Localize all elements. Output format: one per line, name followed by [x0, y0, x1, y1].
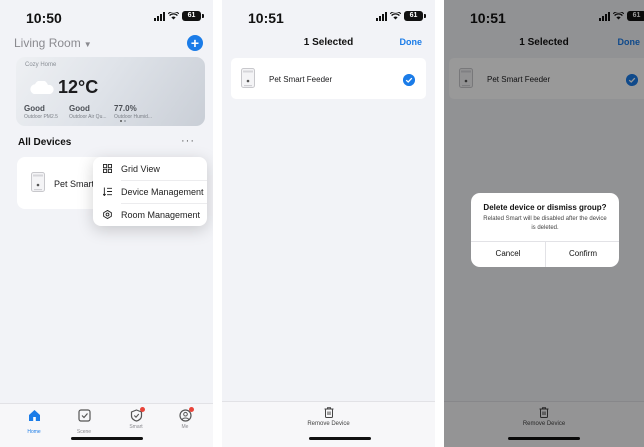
bottom-action-bar: Remove Device — [222, 401, 435, 447]
list-sort-icon — [103, 187, 112, 196]
stat-humidity: 77.0% Outdoor Humid... — [114, 104, 153, 120]
dialog-message: Related Smart will be disabled after the… — [483, 216, 607, 231]
status-time: 10:51 — [248, 10, 284, 26]
menu-item-device-management[interactable]: Device Management — [93, 180, 207, 203]
device-name: Pet Smart — [54, 179, 95, 189]
wifi-icon — [168, 12, 179, 20]
dialog-title: Delete device or dismiss group? — [483, 203, 607, 212]
stat-air-quality: Good Outdoor Air Qu... — [69, 104, 107, 120]
device-name: Pet Smart Feeder — [269, 75, 333, 84]
section-title: All Devices — [18, 137, 72, 148]
cancel-button[interactable]: Cancel — [471, 241, 545, 267]
temperature: 12°C — [58, 77, 99, 97]
trash-icon — [324, 407, 333, 418]
cloud-icon — [30, 81, 54, 94]
dropdown-menu: Grid View Device Management Room Managem… — [93, 157, 207, 226]
signal-icon — [376, 11, 387, 21]
notification-badge — [139, 407, 145, 412]
home-indicator — [70, 437, 143, 440]
pet-feeder-icon — [31, 172, 45, 192]
wifi-icon — [390, 12, 401, 20]
pet-feeder-icon — [241, 68, 255, 88]
home-name: Cozy Home — [25, 62, 57, 68]
menu-item-grid-view[interactable]: Grid View — [93, 157, 207, 180]
room-icon — [103, 210, 112, 219]
tab-me[interactable]: Me — [165, 407, 205, 430]
status-bar: 10:51 61 — [222, 0, 435, 32]
signal-icon — [154, 11, 165, 21]
confirm-dialog: Delete device or dismiss group? Related … — [471, 193, 619, 267]
checkmark-icon[interactable] — [403, 74, 415, 86]
grid-icon — [103, 164, 112, 173]
confirm-button[interactable]: Confirm — [546, 241, 620, 267]
nav-bar: 1 Selected Done — [222, 32, 435, 54]
tab-home[interactable]: Home — [14, 409, 54, 435]
room-title: Living Room — [14, 36, 81, 50]
notification-badge — [188, 407, 194, 412]
delete-confirm-screen: 10:51 61 1 Selected Done Pet Smart Feede… — [444, 0, 644, 447]
weather-stats: Good Outdoor PM2.5 Good Outdoor Air Qu... … — [24, 104, 159, 120]
device-manage-screen: 10:51 61 1 Selected Done Pet Smart Feede… — [222, 0, 435, 447]
tab-smart[interactable]: Smart — [116, 407, 156, 430]
tab-scene[interactable]: Scene — [64, 409, 104, 435]
weather-card[interactable]: Cozy Home 12°C Good Outdoor PM2.5 Good Out… — [16, 57, 205, 126]
home-icon — [28, 410, 40, 421]
menu-item-room-management[interactable]: Room Management — [93, 203, 207, 226]
more-options-button[interactable]: ··· — [181, 135, 195, 147]
add-device-button[interactable]: + — [187, 35, 203, 51]
device-row[interactable]: Pet Smart Feeder — [231, 58, 426, 99]
home-indicator — [308, 437, 371, 440]
home-screen: 10:50 61 Living Room ▼ + Cozy Home 12°C G… — [0, 0, 213, 447]
done-button[interactable]: Done — [400, 37, 423, 47]
page-indicator — [120, 120, 126, 122]
scene-icon — [77, 409, 91, 422]
chevron-down-icon: ▼ — [83, 40, 92, 49]
stat-pm25: Good Outdoor PM2.5 — [24, 104, 58, 120]
battery-icon: 61 — [182, 11, 204, 21]
remove-device-label: Remove Device — [307, 421, 350, 427]
battery-icon: 61 — [404, 11, 426, 21]
status-time: 10:50 — [26, 10, 62, 26]
tab-bar: Home Scene Smart Me — [0, 403, 213, 447]
room-selector[interactable]: Living Room ▼ — [14, 36, 92, 50]
status-bar: 10:50 61 — [0, 0, 213, 32]
plus-icon: + — [190, 35, 200, 51]
